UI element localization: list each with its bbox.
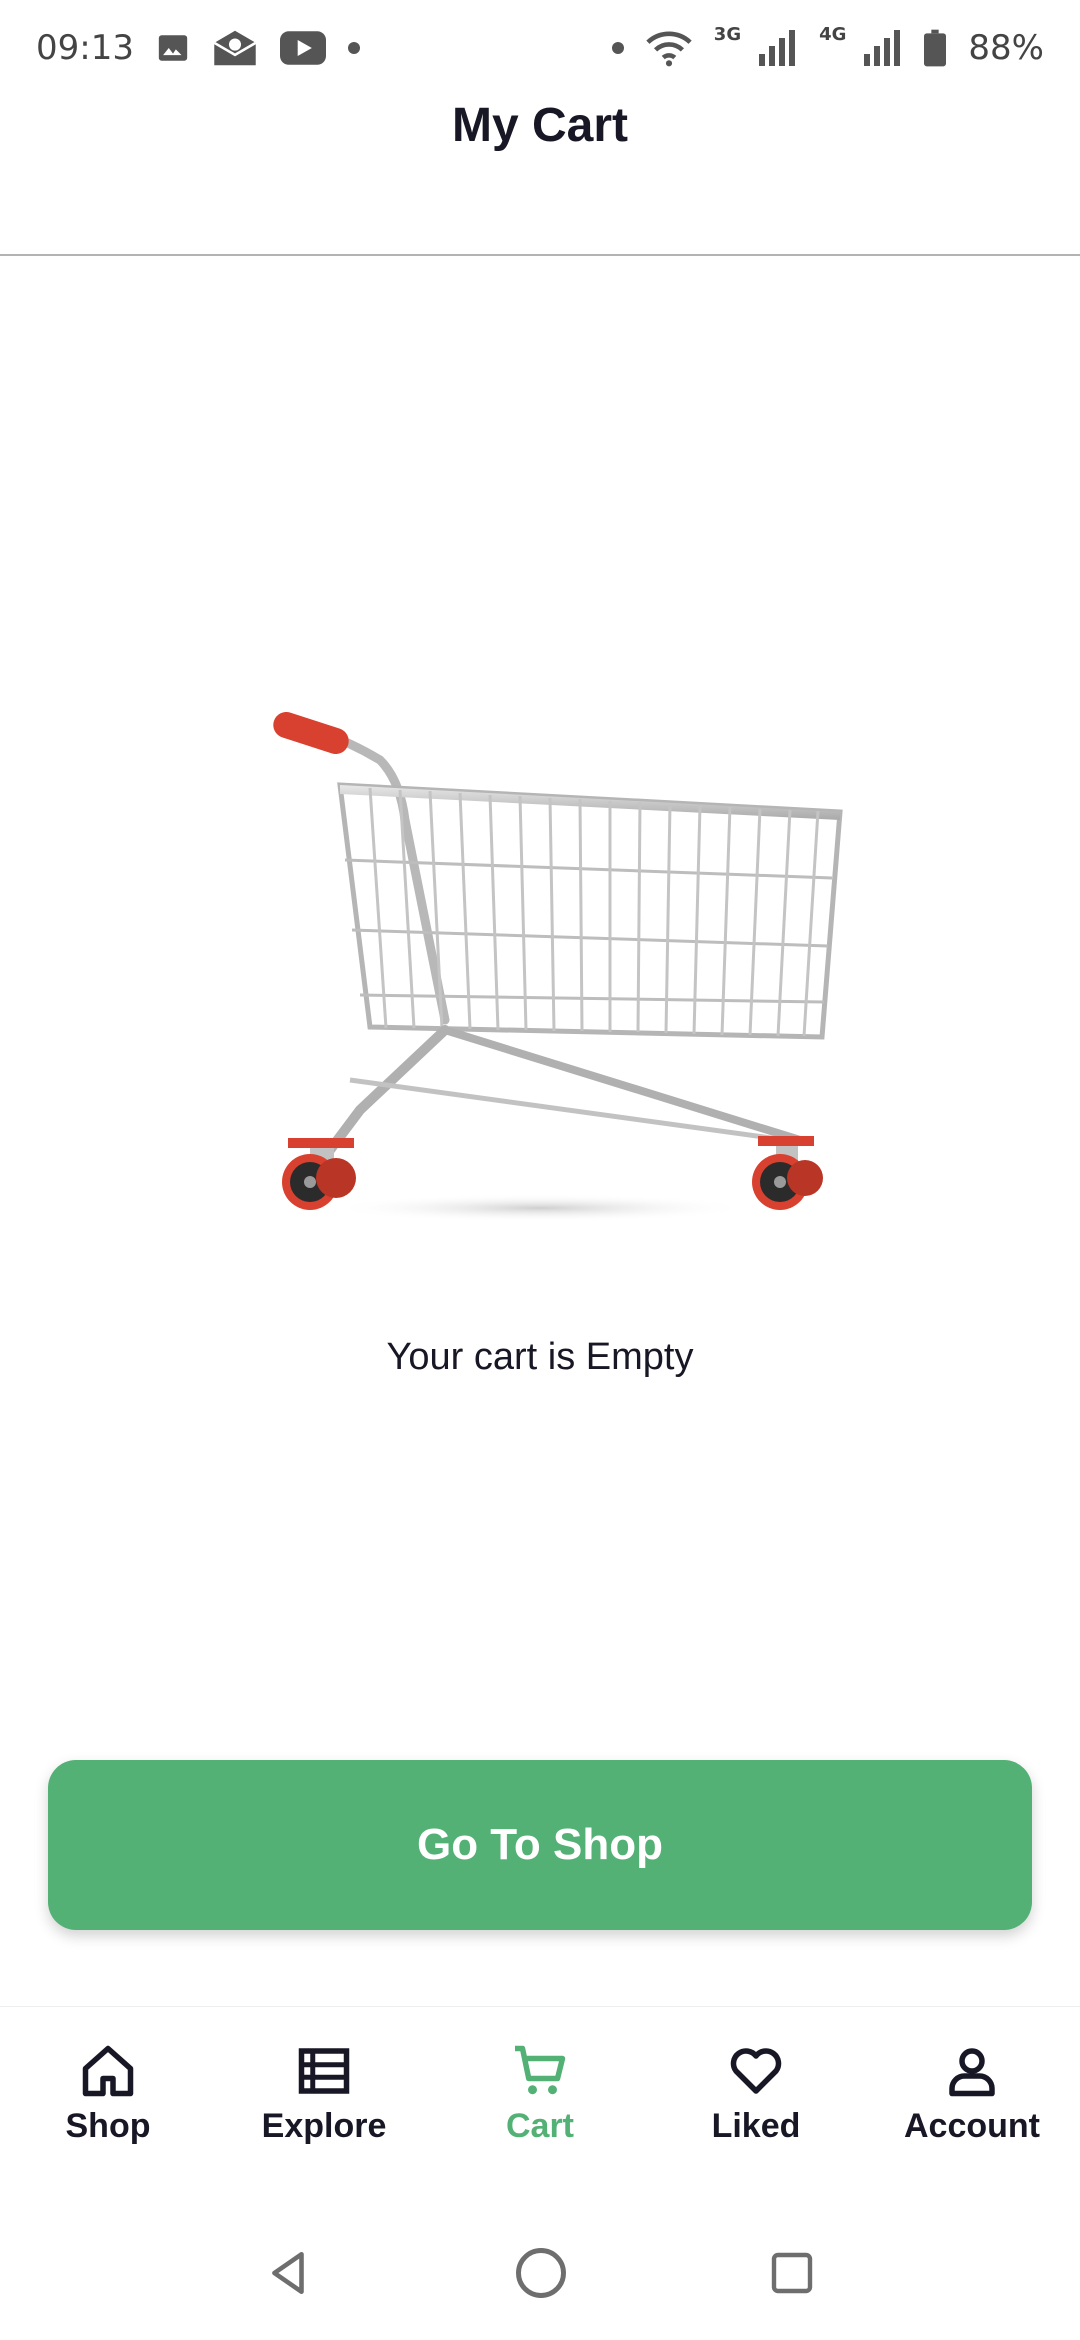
notification-dot [347,42,360,54]
nav-label-cart: Cart [505,2107,575,2145]
network-3g-label: 3G [713,23,742,45]
list-icon [298,2048,350,2094]
system-nav [0,2206,1080,2340]
nav-label-account: Account [904,2107,1040,2145]
shopping-cart-icon [240,680,860,1240]
nav-item-liked[interactable]: Liked [648,2041,864,2146]
back-icon[interactable] [264,2248,314,2298]
nav-item-explore[interactable]: Explore [216,2041,432,2146]
battery-level: 88% [968,28,1044,68]
nav-label-shop: Shop [65,2107,151,2145]
cart-icon [515,2045,566,2095]
status-time: 09:13 [36,28,134,68]
nav-item-shop[interactable]: Shop [0,2041,216,2146]
signal-icon [862,30,902,66]
empty-cart-message: Your cart is Empty [386,1336,694,1378]
youtube-icon [279,31,326,65]
nav-label-liked: Liked [711,2107,801,2145]
network-4g-label: 4G [819,23,847,45]
home-icon [82,2045,134,2097]
notification-dot [611,42,624,54]
nav-item-cart[interactable]: Cart [432,2041,648,2146]
mail-icon [212,29,258,67]
header: My Cart [0,96,1080,256]
battery-icon [924,29,947,67]
heart-icon [730,2048,782,2094]
wifi-icon [646,28,692,68]
go-to-shop-button[interactable]: Go To Shop [48,1760,1032,1930]
status-bar: 09:13 3G 4G 88% [0,0,1080,96]
nav-item-account[interactable]: Account [864,2041,1080,2146]
nav-label-explore: Explore [261,2107,387,2145]
page-title: My Cart [451,99,629,152]
person-icon [949,2048,995,2097]
signal-icon [757,30,797,66]
gallery-icon [156,31,190,65]
home-button-icon[interactable] [514,2246,568,2300]
recents-icon[interactable] [768,2249,816,2297]
bottom-nav: Shop Explore Cart Liked Account [0,2006,1080,2206]
